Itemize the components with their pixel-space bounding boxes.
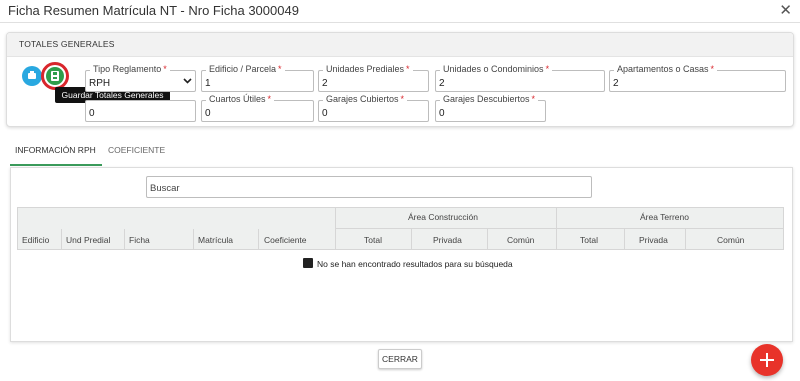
info-button[interactable] <box>22 66 42 86</box>
garajes-cubiertos-field[interactable]: Garajes Cubiertos * 0 <box>318 94 429 122</box>
group-header-terreno: Área Terreno <box>640 212 689 222</box>
search-placeholder: Buscar <box>150 183 180 194</box>
column-header[interactable]: Privada <box>433 235 462 245</box>
header-col-line <box>61 229 62 250</box>
tab-coeficiente[interactable]: COEFICIENTE <box>108 145 165 155</box>
garajes-descubiertos-label: Garajes Descubiertos * <box>440 94 539 104</box>
column-header[interactable]: Total <box>580 235 598 245</box>
search-input[interactable]: Buscar <box>146 176 592 198</box>
unidades-prediales-value: 2 <box>322 78 328 89</box>
unidades-condominios-field[interactable]: Unidades o Condominios * 2 <box>435 64 605 92</box>
hidden-label-value: 0 <box>89 108 95 119</box>
column-header[interactable]: Común <box>507 235 534 245</box>
tipo-reglamento-label: Tipo Reglamento * <box>90 64 170 74</box>
save-icon <box>51 71 59 81</box>
header-col-line <box>685 229 686 250</box>
cuartos-utiles-label: Cuartos Útiles * <box>206 94 275 104</box>
card-header: TOTALES GENERALES <box>7 33 793 57</box>
cuartos-utiles-field[interactable]: Cuartos Útiles * 0 <box>201 94 314 122</box>
unidades-condominios-label: Unidades o Condominios * <box>440 64 553 74</box>
apartamentos-casas-field[interactable]: Apartamentos o Casas * 2 <box>609 64 786 92</box>
thumbs-down-icon <box>303 258 313 268</box>
dialog-title: Ficha Resumen Matrícula NT - Nro Ficha 3… <box>8 3 299 18</box>
info-icon <box>28 71 36 79</box>
unidades-condominios-value: 2 <box>439 78 445 89</box>
hidden-label-field[interactable]: 0 <box>85 100 196 122</box>
garajes-cubiertos-label: Garajes Cubiertos * <box>323 94 408 104</box>
close-icon[interactable]: ✕ <box>779 1 792 19</box>
header-col-line <box>258 229 259 250</box>
header-col-line <box>335 207 336 250</box>
header-divider <box>335 228 784 229</box>
tipo-reglamento-value: RPH <box>89 78 111 89</box>
column-header[interactable]: Total <box>364 235 382 245</box>
tab-informacion-rph[interactable]: INFORMACIÓN RPH <box>15 145 96 155</box>
title-divider <box>0 22 800 23</box>
unidades-prediales-label: Unidades Prediales * <box>323 64 413 74</box>
column-header[interactable]: Matrícula <box>198 235 233 245</box>
column-header[interactable]: Und Predial <box>66 235 110 245</box>
edificio-parcela-label: Edificio / Parcela * <box>206 64 285 74</box>
header-col-line <box>487 229 488 250</box>
column-header[interactable]: Ficha <box>129 235 150 245</box>
save-button-fill <box>46 67 64 85</box>
garajes-descubiertos-field[interactable]: Garajes Descubiertos * 0 <box>435 94 546 122</box>
edificio-parcela-value: 1 <box>205 78 211 89</box>
save-totales-button[interactable] <box>41 62 69 90</box>
edificio-parcela-field[interactable]: Edificio / Parcela * 1 <box>201 64 314 92</box>
unidades-prediales-field[interactable]: Unidades Prediales * 2 <box>318 64 429 92</box>
apartamentos-casas-value: 2 <box>613 78 619 89</box>
empty-results-row: No se han encontrado resultados para su … <box>303 258 513 269</box>
header-col-line <box>556 207 557 250</box>
garajes-descubiertos-value: 0 <box>439 108 445 119</box>
column-header[interactable]: Común <box>717 235 744 245</box>
add-fab-button[interactable] <box>751 344 783 376</box>
column-header[interactable]: Coeficiente <box>264 235 307 245</box>
chevron-down-icon <box>183 76 192 88</box>
header-col-line <box>124 229 125 250</box>
active-tab-indicator <box>10 164 102 166</box>
column-header[interactable]: Edificio <box>22 235 49 245</box>
cerrar-button[interactable]: CERRAR <box>378 349 422 369</box>
column-header[interactable]: Privada <box>639 235 668 245</box>
empty-results-message: No se han encontrado resultados para su … <box>317 259 513 269</box>
cuartos-utiles-value: 0 <box>205 108 211 119</box>
garajes-cubiertos-value: 0 <box>322 108 328 119</box>
header-col-line <box>624 229 625 250</box>
header-col-line <box>193 229 194 250</box>
group-header-construccion: Área Construcción <box>408 212 478 222</box>
header-col-line <box>411 229 412 250</box>
apartamentos-casas-label: Apartamentos o Casas * <box>614 64 718 74</box>
tipo-reglamento-select[interactable]: Tipo Reglamento * RPH <box>85 64 196 92</box>
card-header-title: TOTALES GENERALES <box>19 39 115 49</box>
